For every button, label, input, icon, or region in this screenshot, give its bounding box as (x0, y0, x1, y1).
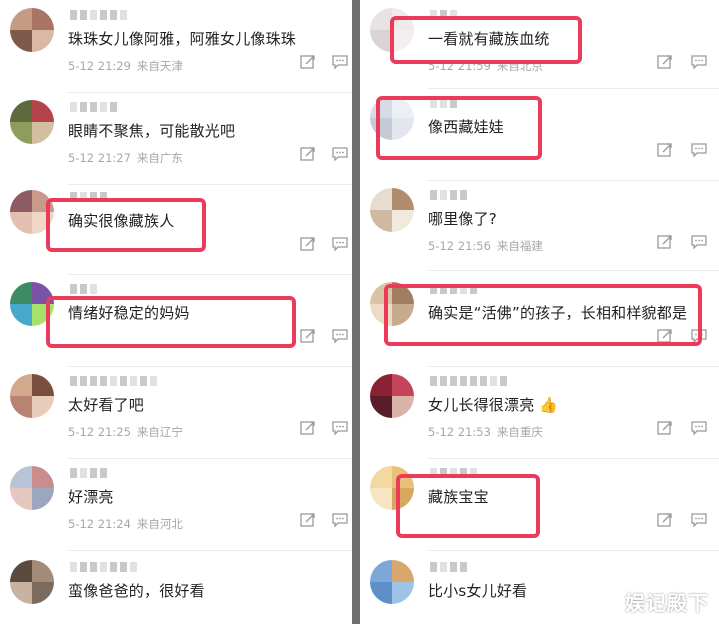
comment-meta: 5-12 21:25 来自辽宁 (68, 424, 183, 440)
edit-share-icon[interactable] (657, 55, 673, 69)
avatar[interactable] (10, 466, 54, 510)
edit-share-icon[interactable] (300, 513, 316, 527)
comment-meta (428, 610, 434, 624)
comment-column-left: 珠珠女儿像阿雅，阿雅女儿像珠珠 5-12 21:29 来自天津 眼睛不聚焦，可能散… (0, 0, 352, 624)
comment-time: 5-12 21:27 (68, 151, 131, 165)
comment-icon[interactable] (332, 513, 348, 527)
divider (428, 366, 719, 367)
edit-share-icon[interactable] (300, 421, 316, 435)
comment-location: 来自广东 (136, 151, 183, 165)
comment-column-right: 一看就有藏族血统 5-12 21:59 来自北京 像西藏娃娃 哪里像了? 5-12… (360, 0, 719, 624)
comment-time: 5-12 21:56 (428, 239, 491, 253)
username-blurred[interactable] (70, 284, 97, 295)
username-blurred[interactable] (430, 562, 467, 573)
comment-time: 5-12 21:24 (68, 517, 131, 531)
comment-text: 女儿长得很漂亮 👍 (428, 396, 559, 414)
comment-time: 5-12 21:53 (428, 425, 491, 439)
edit-share-icon[interactable] (300, 147, 316, 161)
divider (428, 88, 719, 89)
divider (68, 274, 352, 275)
edit-share-icon[interactable] (657, 513, 673, 527)
edit-share-icon[interactable] (300, 237, 316, 251)
comment-icon[interactable] (332, 421, 348, 435)
comment-meta: 5-12 21:24 来自河北 (68, 516, 183, 532)
comment-icon[interactable] (332, 329, 348, 343)
comment-icon[interactable] (691, 235, 707, 249)
comment-meta: 5-12 21:53 来自重庆 (428, 424, 543, 440)
comment-location: 来自重庆 (496, 425, 543, 439)
comment-icon[interactable] (332, 55, 348, 69)
comment-item: 珠珠女儿像阿雅，阿雅女儿像珠珠 5-12 21:29 来自天津 (0, 8, 352, 98)
avatar[interactable] (10, 100, 54, 144)
comment-item: 好漂亮 5-12 21:24 来自河北 (0, 466, 352, 556)
watermark: 娱记殿下 (625, 591, 709, 615)
comment-meta: 5-12 21:27 来自广东 (68, 150, 183, 166)
highlight-box (384, 284, 702, 346)
comment-location: 来自河北 (136, 517, 183, 531)
avatar[interactable] (370, 560, 414, 604)
avatar[interactable] (10, 374, 54, 418)
column-divider (352, 0, 360, 624)
avatar[interactable] (10, 8, 54, 52)
divider (68, 92, 352, 93)
comment-location: 来自福建 (496, 239, 543, 253)
divider (428, 550, 719, 551)
divider (428, 270, 719, 271)
comment-text: 珠珠女儿像阿雅，阿雅女儿像珠珠 (68, 30, 297, 48)
edit-share-icon[interactable] (657, 235, 673, 249)
comment-text: 太好看了吧 (68, 396, 145, 414)
divider (68, 184, 352, 185)
highlight-box (46, 198, 206, 252)
highlight-box (390, 16, 582, 64)
highlight-box (396, 474, 540, 538)
avatar[interactable] (370, 188, 414, 232)
divider (68, 366, 352, 367)
divider (68, 458, 352, 459)
comment-item: 蛮像爸爸的，很好看 (0, 560, 352, 624)
comment-item: 哪里像了? 5-12 21:56 来自福建 (360, 188, 719, 274)
comment-text: 比小s女儿好看 (428, 582, 528, 600)
username-blurred[interactable] (70, 468, 107, 479)
divider (428, 180, 719, 181)
comment-item: 女儿长得很漂亮 👍 5-12 21:53 来自重庆 (360, 374, 719, 460)
comment-meta: 5-12 21:29 来自天津 (68, 58, 183, 74)
edit-share-icon[interactable] (300, 55, 316, 69)
edit-share-icon[interactable] (657, 421, 673, 435)
comment-text: 眼睛不聚焦，可能散光吧 (68, 122, 236, 140)
comment-icon[interactable] (332, 237, 348, 251)
comment-text: 哪里像了? (428, 210, 497, 228)
comment-icon[interactable] (691, 55, 707, 69)
edit-share-icon[interactable] (300, 329, 316, 343)
comment-icon[interactable] (332, 147, 348, 161)
highlight-box (46, 296, 296, 348)
comment-location: 来自天津 (136, 59, 183, 73)
comment-item: 眼睛不聚焦，可能散光吧 5-12 21:27 来自广东 (0, 100, 352, 190)
comment-location: 来自辽宁 (136, 425, 183, 439)
comment-meta (68, 610, 74, 624)
comment-time: 5-12 21:25 (68, 425, 131, 439)
comment-time: 5-12 21:29 (68, 59, 131, 73)
comment-text: 好漂亮 (68, 488, 114, 506)
divider (428, 458, 719, 459)
highlight-box (376, 96, 542, 160)
username-blurred[interactable] (70, 10, 127, 21)
avatar[interactable] (370, 374, 414, 418)
comment-meta: 5-12 21:56 来自福建 (428, 238, 543, 254)
comment-item: 太好看了吧 5-12 21:25 来自辽宁 (0, 374, 352, 464)
username-blurred[interactable] (70, 102, 117, 113)
avatar[interactable] (10, 560, 54, 604)
username-blurred[interactable] (70, 376, 157, 387)
comment-icon[interactable] (691, 513, 707, 527)
username-blurred[interactable] (430, 190, 467, 201)
username-blurred[interactable] (70, 562, 137, 573)
comment-icon[interactable] (691, 143, 707, 157)
comment-text: 蛮像爸爸的，很好看 (68, 582, 205, 600)
comment-icon[interactable] (691, 421, 707, 435)
edit-share-icon[interactable] (657, 143, 673, 157)
username-blurred[interactable] (430, 376, 507, 387)
divider (68, 550, 352, 551)
